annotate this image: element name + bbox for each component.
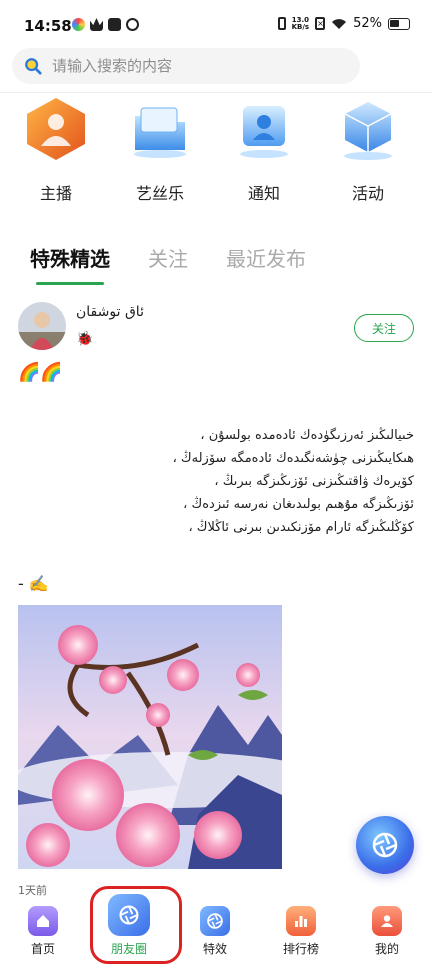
category-label: 通知: [247, 184, 280, 203]
post-line: ھىكايىڭىزنى چۈشەنگىدەك ئادەمگە سۆزلەڭ ،: [172, 451, 414, 466]
battery-icon: [388, 17, 410, 30]
search-icon: [25, 58, 42, 75]
post-line: كۆڭلىڭىزگە ئارام مۆزنكىدىن بىرنى ئاڭلاڭ …: [188, 520, 414, 535]
app-notification-icon: [72, 18, 85, 31]
category-activity[interactable]: 活动: [328, 96, 408, 204]
category-yisile[interactable]: 艺丝乐: [120, 96, 200, 204]
camera-shutter-icon: [372, 832, 398, 858]
bottom-nav: 首页 朋友圈 特效 排行榜 我的: [0, 894, 432, 964]
nav-profile[interactable]: 我的: [352, 906, 422, 957]
user-badge: 🐞: [76, 331, 94, 347]
post-line: ئۆزىڭىزگە مۇھىم بولىدىغان نەرسە ئىزدەڭ ،: [183, 497, 414, 512]
search-input[interactable]: [52, 57, 332, 75]
status-bar: 14:58 13.0 KB/s × 52%: [0, 0, 432, 50]
nav-label: 特效: [202, 942, 227, 956]
sim-off-icon: ×: [315, 17, 326, 30]
net-speed-unit: KB/s: [291, 22, 310, 31]
crown-icon: [90, 18, 103, 31]
post-line: خىيالىڭىز ئەرزىگۈدەك ئادەمدە بولسۇن ،: [200, 428, 414, 443]
folder-icon: [134, 107, 186, 158]
profile-icon: [372, 906, 402, 936]
avatar[interactable]: [18, 302, 66, 350]
peach-blossom-image: [18, 605, 282, 869]
play-icon: [108, 18, 121, 31]
feed-tabs: 特殊精选 关注 最近发布: [30, 243, 306, 285]
search-bar[interactable]: [12, 48, 360, 84]
nav-home[interactable]: 首页: [8, 906, 78, 957]
category-label: 活动: [351, 184, 384, 203]
nav-label: 排行榜: [282, 942, 319, 956]
category-label: 艺丝乐: [135, 184, 184, 203]
status-indicators: 13.0 KB/s × 52%: [277, 16, 410, 31]
nav-label: 我的: [374, 942, 399, 956]
post-emoji-line: 🌈🌈: [18, 362, 63, 383]
category-anchor[interactable]: 主播: [16, 96, 96, 204]
link-icon: [126, 18, 139, 31]
username[interactable]: ئاق توشقان: [76, 304, 144, 320]
nav-label: 首页: [30, 942, 55, 956]
post-line: كۆيرەك ۋاقتىڭىزنى ئۆزىڭىزگە بىرىڭ ،: [214, 474, 414, 489]
battery-percent: 52%: [353, 16, 382, 31]
follow-button[interactable]: 关注: [354, 314, 414, 342]
wifi-icon: [332, 18, 347, 29]
category-notification[interactable]: 通知: [224, 96, 304, 204]
network-speed: 13.0 KB/s: [291, 16, 310, 31]
category-label: 主播: [39, 184, 72, 203]
nav-effects[interactable]: 特效: [180, 906, 250, 957]
tab-recent[interactable]: 最近发布: [226, 243, 306, 272]
anchor-icon: [27, 98, 85, 160]
post-image[interactable]: [18, 605, 282, 869]
tab-featured[interactable]: 特殊精选: [30, 243, 110, 285]
status-time: 14:58: [24, 17, 72, 35]
nav-ranking[interactable]: 排行榜: [266, 906, 336, 957]
effects-icon: [200, 906, 230, 936]
status-notification-icons: [72, 18, 139, 31]
notification-icon: [240, 106, 288, 158]
annotation-highlight: [90, 886, 182, 964]
ranking-icon: [286, 906, 316, 936]
floating-camera-button[interactable]: [356, 816, 414, 874]
post-text: خىيالىڭىز ئەرزىگۈدەك ئادەمدە بولسۇن ، ھى…: [150, 424, 414, 539]
divider: [0, 92, 432, 93]
home-icon: [28, 906, 58, 936]
post-time: 1天前: [18, 884, 47, 897]
avatar-image: [18, 302, 66, 350]
vibrate-icon: [277, 17, 286, 30]
post-signature: - ✍️: [18, 574, 49, 593]
activity-icon: [344, 102, 392, 160]
tab-following[interactable]: 关注: [148, 243, 188, 272]
